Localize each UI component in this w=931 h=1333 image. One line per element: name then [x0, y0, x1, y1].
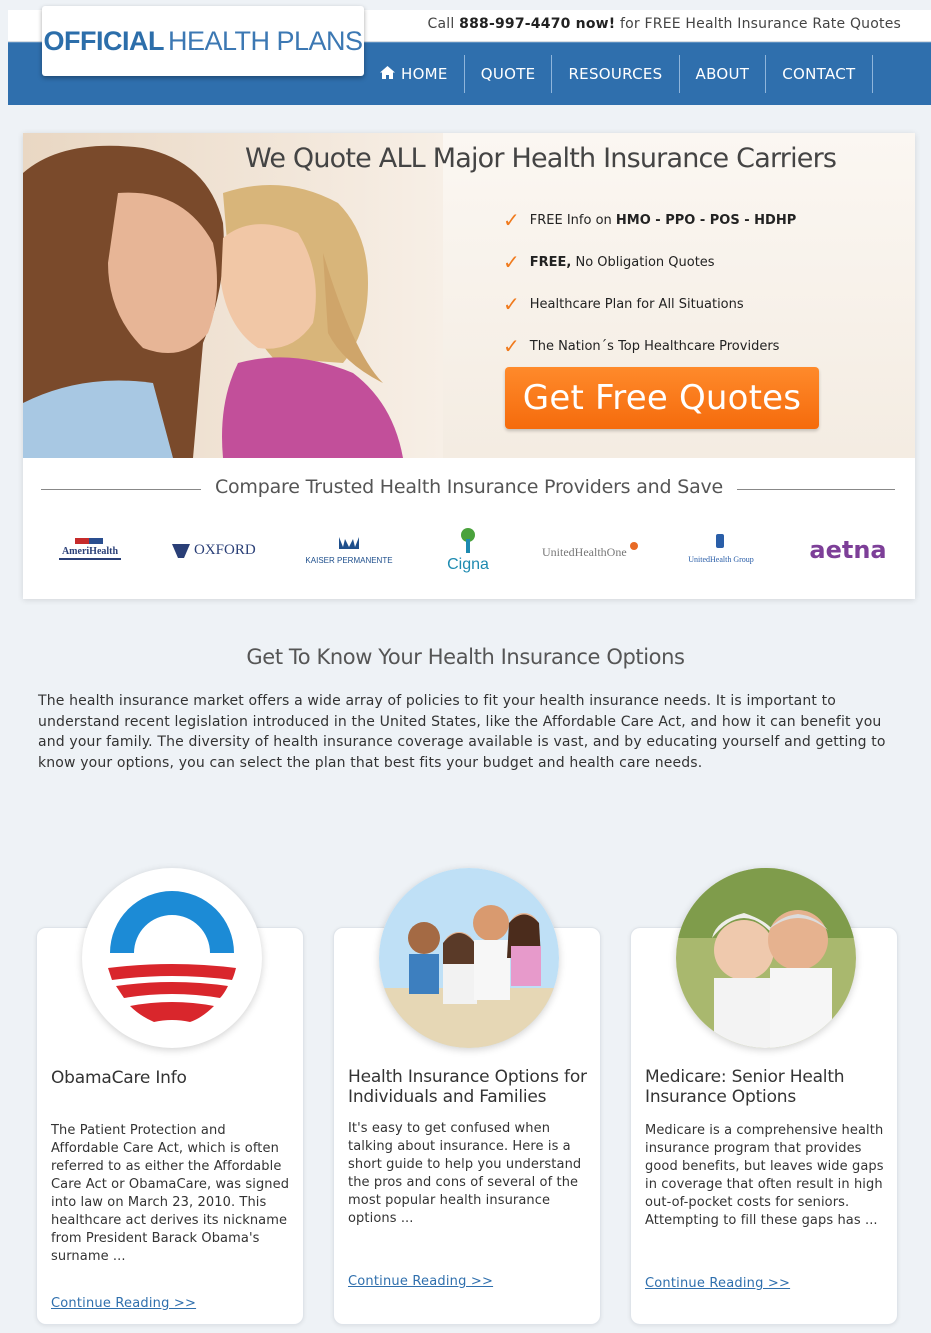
benefit-list: ✓ FREE Info on HMO - PPO - POS - HDHP ✓ …	[503, 199, 796, 367]
cigna-logo[interactable]: Cigna	[438, 525, 498, 575]
card-title: Health Insurance Options for Individuals…	[348, 1067, 587, 1107]
nav-contact-label: CONTACT	[782, 65, 856, 83]
nav-home-label: HOME	[401, 65, 448, 83]
checkmark-icon: ✓	[503, 250, 520, 274]
phone-number[interactable]: 888-997-4470 now!	[459, 16, 615, 32]
continue-reading-link[interactable]: Continue Reading >>	[348, 1274, 493, 1289]
call-banner: Call 888-997-4470 now! for FREE Health I…	[427, 16, 901, 32]
aetna-text: aetna	[809, 536, 886, 564]
nav-quote[interactable]: QUOTE	[465, 55, 553, 93]
obama-logo-icon	[104, 890, 240, 1026]
nav-resources[interactable]: RESOURCES	[552, 55, 680, 93]
options-heading: Get To Know Your Health Insurance Option…	[246, 645, 685, 669]
card-body: Medicare is a comprehensive health insur…	[645, 1123, 884, 1228]
nav-quote-label: QUOTE	[480, 65, 536, 83]
main-nav: HOME QUOTE RESOURCES ABOUT CONTACT	[368, 55, 873, 93]
continue-reading-link[interactable]: Continue Reading >>	[51, 1296, 196, 1311]
cigna-text: Cigna	[447, 556, 489, 573]
checkmark-icon: ✓	[503, 334, 520, 358]
mother-daughter-photo	[23, 133, 443, 458]
get-free-quotes-button[interactable]: Get Free Quotes	[505, 367, 819, 429]
card-title: ObamaCare Info	[51, 1068, 187, 1088]
medicare-card: Medicare: Senior Health Insurance Option…	[630, 868, 898, 1325]
card-title: Medicare: Senior Health Insurance Option…	[645, 1067, 845, 1107]
obama-logo-circle	[82, 868, 262, 1048]
compare-title: Compare Trusted Health Insurance Provide…	[23, 476, 915, 498]
kaiser-permanente-logo[interactable]: KAISER PERMANENTE	[301, 533, 396, 567]
hero-title: We Quote ALL Major Health Insurance Carr…	[245, 143, 837, 174]
nav-about[interactable]: ABOUT	[680, 55, 767, 93]
unitedhealthone-text: UnitedHealthOne	[542, 545, 627, 559]
unitedhealth-group-text: UnitedHealth Group	[689, 555, 755, 564]
individuals-families-card: Health Insurance Options for Individuals…	[333, 868, 601, 1325]
kaiser-text: KAISER PERMANENTE	[306, 556, 393, 565]
benefit-item: ✓ Healthcare Plan for All Situations	[503, 292, 744, 316]
hero-panel: We Quote ALL Major Health Insurance Carr…	[23, 133, 915, 599]
nav-contact[interactable]: CONTACT	[766, 55, 873, 93]
continue-reading-link[interactable]: Continue Reading >>	[645, 1276, 790, 1291]
checkmark-icon: ✓	[503, 208, 520, 232]
oxford-text: OXFORD	[194, 542, 256, 558]
nav-home[interactable]: HOME	[368, 55, 465, 93]
seniors-photo	[676, 868, 856, 1048]
benefit-item: ✓ FREE, No Obligation Quotes	[503, 250, 715, 274]
logo-light-text: HEALTH PLANS	[167, 25, 363, 56]
logo-strong-text: OFFICIAL	[43, 25, 164, 56]
family-photo-circle	[379, 868, 559, 1048]
obamacare-card: ObamaCare Info The Patient Protection an…	[36, 868, 304, 1325]
oxford-logo[interactable]: OXFORD	[170, 536, 260, 564]
home-icon	[380, 65, 395, 83]
unitedhealthone-logo[interactable]: UnitedHealthOne	[540, 536, 640, 564]
unitedhealth-group-logo[interactable]: UnitedHealth Group	[681, 532, 761, 568]
card-body: It's easy to get confused when talking a…	[348, 1121, 582, 1226]
compare-providers: Compare Trusted Health Insurance Provide…	[23, 458, 915, 599]
family-photo	[379, 868, 559, 1048]
checkmark-icon: ✓	[503, 292, 520, 316]
hero-banner: We Quote ALL Major Health Insurance Carr…	[23, 133, 915, 458]
amerihealth-logo[interactable]: AmeriHealth	[53, 536, 128, 564]
seniors-photo-circle	[676, 868, 856, 1048]
benefit-item: ✓ FREE Info on HMO - PPO - POS - HDHP	[503, 208, 797, 232]
aetna-logo[interactable]: aetna	[803, 534, 893, 566]
card-body: The Patient Protection and Affordable Ca…	[51, 1123, 290, 1264]
nav-about-label: ABOUT	[695, 65, 750, 83]
options-intro-text: The health insurance market offers a wid…	[38, 693, 886, 771]
benefit-item: ✓ The Nation´s Top Healthcare Providers	[503, 334, 780, 358]
carrier-logos: AmeriHealth OXFORD KAISER PERMANENTE Cig…	[53, 520, 893, 580]
amerihealth-text: AmeriHealth	[62, 546, 119, 557]
site-logo[interactable]: OFFICIAL HEALTH PLANS	[42, 6, 364, 76]
nav-resources-label: RESOURCES	[568, 65, 663, 83]
